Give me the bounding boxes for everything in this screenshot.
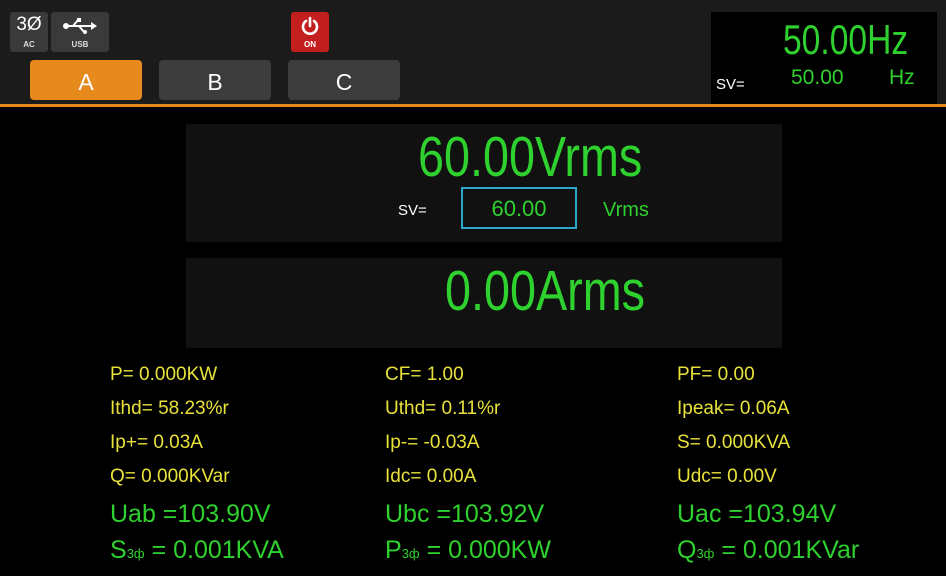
voltage-unit: Vrms xyxy=(534,125,643,189)
cf-reading: CF= 1.00 xyxy=(385,364,464,385)
ipeak-reading: Ipeak= 0.06A xyxy=(677,398,790,419)
ip-minus-reading: Ip-= -0.03A xyxy=(385,432,480,453)
phase-glyph: 3Ø xyxy=(16,14,42,35)
tab-c[interactable]: C xyxy=(288,60,400,100)
ubc-reading: Ubc =103.92V xyxy=(385,500,545,528)
measurements-col2: CF= 1.00 Uthd= 0.11%r Ip-= -0.03A Idc= 0… xyxy=(385,358,500,494)
tab-c-label: C xyxy=(335,69,353,95)
idc-reading: Idc= 0.00A xyxy=(385,466,477,487)
header-divider xyxy=(0,104,946,107)
apparent-s-reading: S= 0.000KVA xyxy=(677,432,791,453)
total-p-subscript: 3ф xyxy=(401,546,420,561)
tab-a[interactable]: A xyxy=(30,60,142,100)
phase-label: AC xyxy=(23,40,35,49)
usb-label: USB xyxy=(71,40,89,49)
frequency-unit: Hz xyxy=(867,16,909,63)
total-p-reading: P3ф = 0.000KW xyxy=(385,536,551,565)
power-icon xyxy=(301,16,319,35)
power-label: ON xyxy=(304,40,316,49)
power-p-reading: P= 0.000KW xyxy=(110,364,218,385)
total-s-reading: S3ф = 0.001KVA xyxy=(110,536,284,565)
voltage-readout: 60.00Vrms xyxy=(418,124,692,190)
current-value: 0.00 xyxy=(445,259,536,323)
measurements-col3: PF= 0.00 Ipeak= 0.06A S= 0.000KVA Udc= 0… xyxy=(677,358,790,494)
ithd-reading: Ithd= 58.23%r xyxy=(110,398,229,419)
uac-reading: Uac =103.94V xyxy=(677,500,837,528)
uab-reading: Uab =103.90V xyxy=(110,500,271,528)
voltage-sv-unit: Vrms xyxy=(603,199,649,221)
usb-icon[interactable]: USB xyxy=(51,12,109,52)
tab-a-label: A xyxy=(78,69,94,95)
total-q-reading: Q3ф = 0.001KVar xyxy=(677,536,859,565)
frequency-readout: 50.00Hz xyxy=(783,16,939,64)
total-p-value: = 0.000KW xyxy=(426,536,551,564)
frequency-sv-value[interactable]: 50.00 xyxy=(791,66,844,90)
reactive-q-reading: Q= 0.000KVar xyxy=(110,466,230,487)
measurements-col1: P= 0.000KW Ithd= 58.23%r Ip+= 0.03A Q= 0… xyxy=(110,358,230,494)
total-s-value: = 0.001KVA xyxy=(151,536,284,564)
voltage-sv-input[interactable]: 60.00 xyxy=(461,187,577,229)
voltage-sv-value: 60.00 xyxy=(491,196,547,221)
voltage-value: 60.00 xyxy=(418,125,535,189)
uthd-reading: Uthd= 0.11%r xyxy=(385,398,501,419)
total-s-symbol: S xyxy=(110,536,127,564)
tab-b-label: B xyxy=(207,69,223,95)
three-phase-ac-icon[interactable]: 3Ø AC xyxy=(10,12,48,52)
total-p-symbol: P xyxy=(385,536,402,564)
ip-plus-reading: Ip+= 0.03A xyxy=(110,432,203,453)
total-q-symbol: Q xyxy=(677,536,697,564)
total-q-subscript: 3ф xyxy=(696,546,715,561)
usb-symbol-icon xyxy=(63,18,97,34)
voltage-sv-label: SV= xyxy=(398,202,427,219)
total-q-value: = 0.001KVar xyxy=(721,536,860,564)
frequency-value: 50.00 xyxy=(783,16,868,63)
udc-reading: Udc= 0.00V xyxy=(677,466,777,487)
current-readout: 0.00Arms xyxy=(445,258,689,324)
frequency-panel: 50.00Hz SV= 50.00 Hz xyxy=(711,12,937,104)
frequency-sv-unit: Hz xyxy=(889,66,915,89)
total-s-subscript: 3ф xyxy=(126,546,145,561)
pf-reading: PF= 0.00 xyxy=(677,364,755,385)
current-unit: Arms xyxy=(535,259,646,323)
frequency-sv-label: SV= xyxy=(716,76,745,93)
power-button[interactable]: ON xyxy=(291,12,329,52)
tab-b[interactable]: B xyxy=(159,60,271,100)
